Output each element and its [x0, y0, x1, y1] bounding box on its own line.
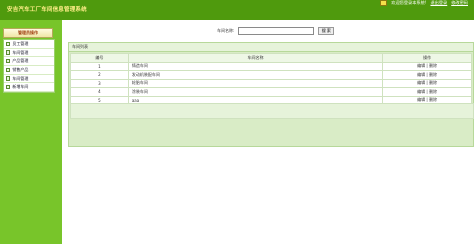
top-nav: 欢迎您登录本系统! 退出登录 修改密码	[380, 0, 468, 6]
delete-link[interactable]: 删除	[429, 63, 437, 68]
sidebar-header: 管理员操作	[3, 28, 53, 38]
table-header-row: 编号 车间名称 操作	[70, 53, 472, 63]
cell-name: 涂装车间	[127, 87, 384, 97]
sidebar-item-label: 新增车间	[12, 84, 29, 90]
flag-icon	[380, 0, 388, 6]
cell-name: 轮胎车间	[127, 78, 384, 88]
sidebar-item-employee[interactable]: 员工管理	[4, 40, 54, 49]
bullet-icon	[6, 76, 11, 81]
sidebar-item-label: 员工管理	[12, 40, 29, 46]
table-row: 2 发动机装配车间 编辑 | 删除	[70, 70, 472, 80]
cell-name: 铸造车间	[127, 61, 384, 71]
bullet-icon	[6, 67, 11, 73]
sidebar-item-label: 车间管理	[12, 49, 29, 55]
cell-ops: 编辑 | 删除	[382, 61, 472, 71]
cell-id: 3	[70, 78, 129, 88]
sidebar-item-product[interactable]: 产品管理	[4, 57, 54, 67]
logout-link[interactable]: 退出登录	[430, 0, 447, 6]
table-row: 1 铸造车间 编辑 | 删除	[70, 61, 472, 71]
delete-link[interactable]: 删除	[429, 89, 437, 94]
sidebar-item-workshop-manage[interactable]: 车间管理	[4, 75, 54, 84]
sidebar-item-label: 产品管理	[12, 58, 29, 64]
sidebar-item-add-workshop[interactable]: 新增车间	[4, 83, 54, 93]
cell-id: 1	[70, 61, 129, 71]
bullet-icon	[6, 85, 11, 90]
cell-ops: 编辑 | 删除	[382, 87, 472, 97]
cell-ops: 编辑 | 删除	[382, 70, 472, 80]
cell-ops: 编辑 | 删除	[382, 78, 472, 88]
edit-link[interactable]: 编辑	[417, 72, 425, 77]
edit-link[interactable]: 编辑	[417, 97, 425, 102]
table-row: 4 涂装车间 编辑 | 删除	[70, 87, 472, 97]
panel-title: 车间列表	[69, 43, 473, 52]
column-header-name: 车间名称	[127, 53, 384, 63]
panel-footer	[70, 103, 474, 119]
sidebar-menu: 员工管理 车间管理 产品管理 销售产品 车间管理 新增车间	[3, 39, 55, 94]
bullet-icon	[6, 50, 11, 55]
workshop-list-panel: 车间列表 编号 车间名称 操作 1 铸造车间 编辑 | 删除 2 发动机装配车间…	[68, 42, 474, 147]
workshop-table: 编号 车间名称 操作 1 铸造车间 编辑 | 删除 2 发动机装配车间 编辑 |…	[70, 53, 472, 105]
sidebar-item-label: 销售产品	[12, 66, 29, 72]
cell-name: 发动机装配车间	[127, 70, 384, 80]
column-header-ops: 操作	[382, 53, 472, 63]
welcome-text: 欢迎您登录本系统!	[391, 0, 427, 5]
sidebar: 管理员操作 员工管理 车间管理 产品管理 销售产品 车间管理 新增车间	[0, 20, 62, 244]
main-content: 车间名称: 搜 索 车间列表 编号 车间名称 操作 1 铸造车间 编辑 | 删除…	[62, 20, 474, 244]
edit-link[interactable]: 编辑	[417, 89, 425, 94]
delete-link[interactable]: 删除	[429, 72, 437, 77]
sidebar-item-sales[interactable]: 销售产品	[4, 66, 54, 75]
cell-id: 2	[70, 70, 129, 80]
delete-link[interactable]: 删除	[429, 80, 437, 85]
search-label: 车间名称:	[217, 28, 235, 33]
search-input[interactable]	[238, 27, 315, 35]
change-password-link[interactable]: 修改密码	[451, 0, 468, 6]
table-row: 3 轮胎车间 编辑 | 删除	[70, 78, 472, 88]
sidebar-item-workshop[interactable]: 车间管理	[4, 49, 54, 58]
edit-link[interactable]: 编辑	[417, 63, 425, 68]
top-bar: 安吉汽车工厂车间信息管理系统 欢迎您登录本系统! 退出登录 修改密码	[0, 0, 474, 20]
search-bar: 车间名称: 搜 索	[217, 27, 335, 35]
search-button[interactable]: 搜 索	[318, 27, 335, 35]
delete-link[interactable]: 删除	[429, 97, 437, 102]
app-title: 安吉汽车工厂车间信息管理系统	[7, 7, 87, 13]
column-header-id: 编号	[70, 53, 129, 63]
cell-id: 4	[70, 87, 129, 97]
edit-link[interactable]: 编辑	[417, 80, 425, 85]
sidebar-item-label: 车间管理	[12, 75, 29, 81]
bullet-icon	[6, 59, 11, 64]
bullet-icon	[6, 41, 11, 47]
